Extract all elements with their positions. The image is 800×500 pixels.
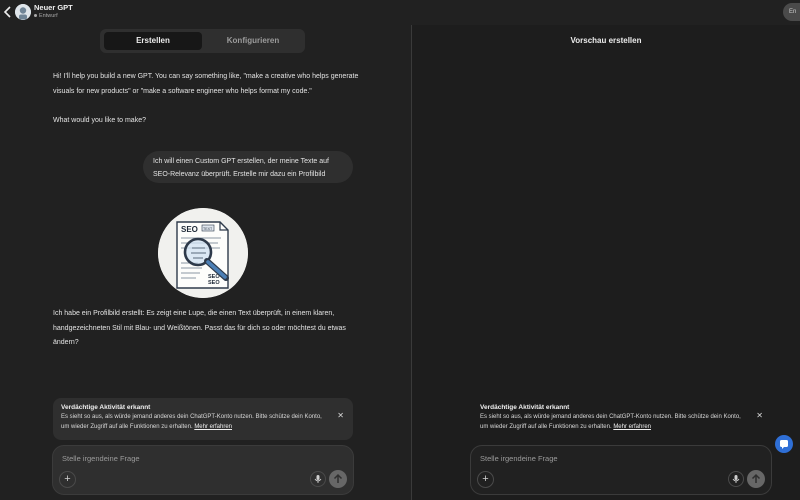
- alert-body: Es sieht so aus, als würde jemand andere…: [61, 412, 331, 432]
- builder-panel: Erstellen Konfigurieren Hi! I'll help yo…: [0, 25, 410, 500]
- gpt-title: Neuer GPT: [34, 3, 73, 12]
- arrow-up-icon[interactable]: [329, 470, 347, 488]
- preview-title: Vorschau erstellen: [570, 36, 642, 45]
- generated-profile-image: SEO TEXT SEO SEO: [158, 208, 248, 298]
- message-input[interactable]: [62, 452, 322, 464]
- suspicious-activity-alert: Verdächtige Aktivität erkannt Es sieht s…: [53, 398, 353, 440]
- avatar: [15, 4, 31, 20]
- preview-composer: +: [470, 445, 772, 495]
- draft-status-label: Entwurf: [39, 13, 58, 19]
- image-seo-text: SEO: [181, 225, 198, 234]
- preview-alert-body: Es sieht so aus, als würde jemand andere…: [480, 412, 750, 432]
- preview-plus-icon[interactable]: +: [477, 471, 494, 488]
- preview-close-icon[interactable]: ✕: [756, 411, 763, 420]
- chevron-left-icon[interactable]: [2, 5, 14, 19]
- chat-help-icon[interactable]: [775, 435, 793, 453]
- alert-title: Verdächtige Aktivität erkannt: [61, 404, 151, 411]
- draft-status: Entwurf: [34, 13, 58, 19]
- assistant-intro-question: What would you like to make?: [53, 117, 146, 124]
- top-bar: Neuer GPT Entwurf En: [0, 0, 800, 25]
- tab-erstellen[interactable]: Erstellen: [104, 32, 202, 50]
- preview-microphone-icon[interactable]: [728, 471, 744, 487]
- preview-learn-more-link[interactable]: Mehr erfahren: [613, 424, 651, 430]
- preview-message-input[interactable]: [480, 452, 740, 464]
- assistant-intro-message: Hi! I'll help you build a new GPT. You c…: [53, 73, 359, 95]
- microphone-icon[interactable]: [310, 471, 326, 487]
- image-seo-text-3: SEO: [208, 280, 220, 286]
- plus-icon[interactable]: +: [59, 471, 76, 488]
- publish-button[interactable]: En: [783, 3, 800, 21]
- status-dot-icon: [34, 14, 37, 18]
- preview-alert-message: Es sieht so aus, als würde jemand andere…: [480, 414, 741, 430]
- learn-more-link[interactable]: Mehr erfahren: [194, 424, 232, 430]
- image-tag-text: TEXT: [203, 227, 213, 231]
- user-message: Ich will einen Custom GPT erstellen, der…: [143, 151, 353, 183]
- composer: +: [52, 445, 354, 495]
- mode-tabs: Erstellen Konfigurieren: [100, 29, 305, 53]
- close-icon[interactable]: ✕: [337, 411, 344, 420]
- tab-konfigurieren[interactable]: Konfigurieren: [204, 32, 302, 50]
- alert-message: Es sieht so aus, als würde jemand andere…: [61, 414, 322, 430]
- preview-arrow-up-icon[interactable]: [747, 470, 765, 488]
- preview-panel: Vorschau erstellen Verdächtige Aktivität…: [412, 25, 800, 500]
- preview-alert-title: Verdächtige Aktivität erkannt: [480, 404, 570, 411]
- assistant-reply: Ich habe ein Profilbild erstellt: Es zei…: [53, 310, 346, 346]
- preview-suspicious-activity-alert: Verdächtige Aktivität erkannt Es sieht s…: [472, 398, 772, 440]
